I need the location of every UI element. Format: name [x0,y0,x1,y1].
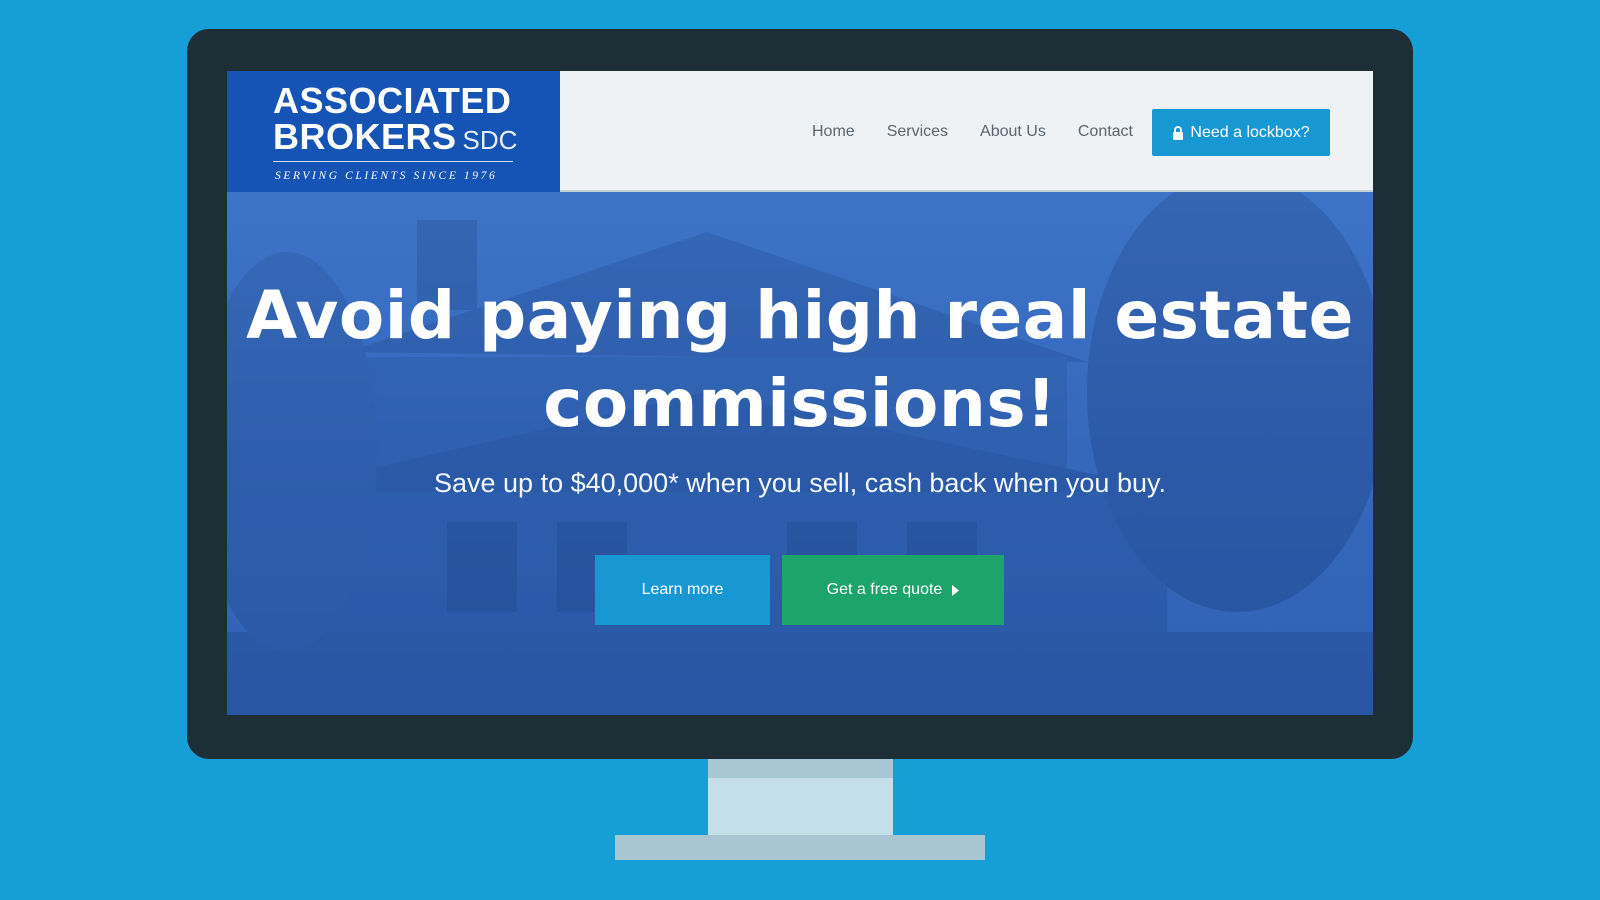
house-background-image [227,192,1373,715]
get-free-quote-button[interactable]: Get a free quote [782,555,1004,625]
lock-icon [1173,125,1184,140]
logo-line-brokers: BROKERS SDC [273,117,517,157]
hero-title: Avoid paying high real estate commission… [246,277,1354,442]
website-screen: ASSOCIATED BROKERS SDC SERVING CLIENTS SI… [227,71,1373,715]
main-nav: Home Services About Us Contact [812,71,1133,192]
nav-services[interactable]: Services [887,123,948,141]
hero-section: Avoid paying high real estate commission… [227,192,1373,715]
monitor-stand-base [615,835,985,860]
navbar: ASSOCIATED BROKERS SDC SERVING CLIENTS SI… [227,71,1373,192]
get-free-quote-label: Get a free quote [826,581,943,598]
logo-line-associated: ASSOCIATED [273,80,512,121]
logo-sdc-text: SDC [462,125,518,155]
caret-right-icon [952,584,960,596]
hero-subtitle: Save up to $40,000* when you sell, cash … [434,468,1166,498]
nav-home[interactable]: Home [812,123,855,141]
monitor-frame: ASSOCIATED BROKERS SDC SERVING CLIENTS SI… [187,29,1413,759]
logo-brokers-text: BROKERS [273,116,457,157]
logo-divider [273,161,513,162]
nav-about-us[interactable]: About Us [980,123,1046,141]
need-lockbox-button[interactable]: Need a lockbox? [1152,109,1330,156]
monitor-stand-neck [708,759,893,835]
need-lockbox-label: Need a lockbox? [1190,123,1310,141]
logo[interactable]: ASSOCIATED BROKERS SDC SERVING CLIENTS SI… [227,71,560,192]
learn-more-button[interactable]: Learn more [595,555,770,625]
logo-tagline: SERVING CLIENTS SINCE 1976 [275,170,498,182]
nav-contact[interactable]: Contact [1078,123,1133,141]
